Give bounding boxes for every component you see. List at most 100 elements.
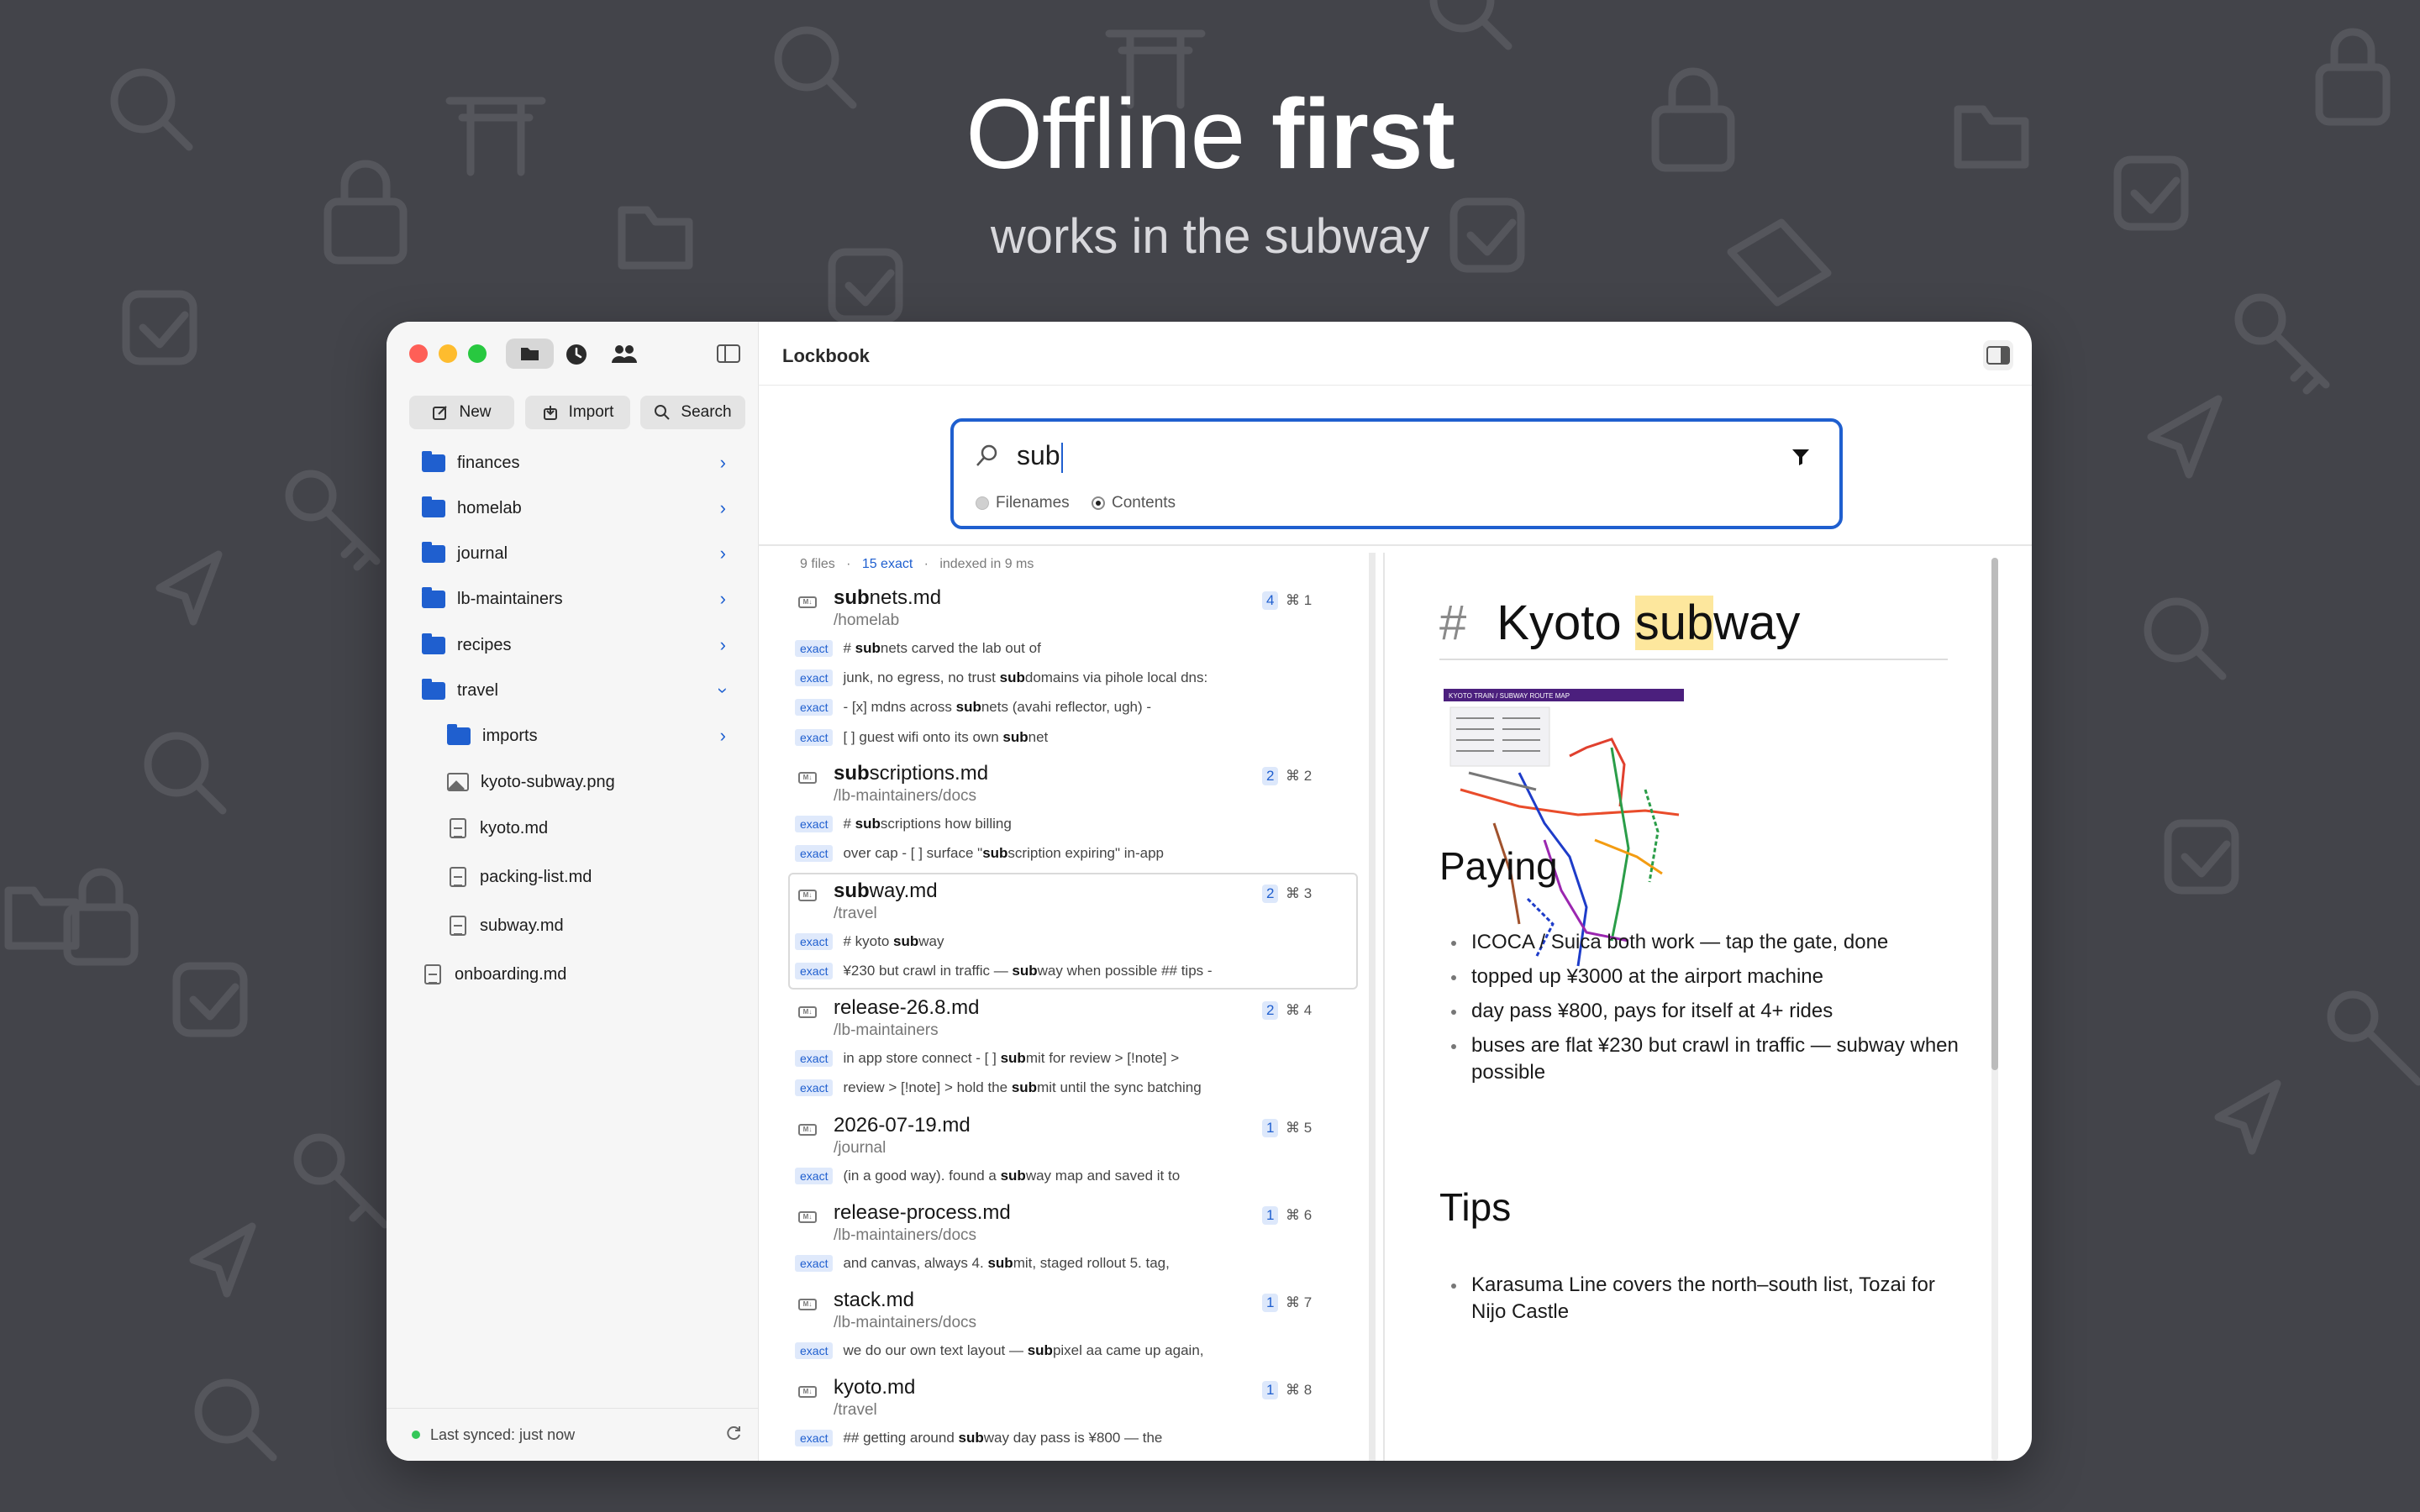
tree-file-subway-md[interactable]: subway.md xyxy=(387,905,758,947)
markdown-file-icon: M↓ xyxy=(798,890,817,901)
tree-folder-lb-maintainers[interactable]: lb-maintainers › xyxy=(387,578,758,620)
magnifier-icon xyxy=(144,732,227,815)
result-snippet[interactable]: exact and canvas, always 4. submit, stage… xyxy=(795,1255,1170,1272)
minimize-window-button[interactable] xyxy=(439,344,457,363)
result-filename: 2026-07-19.md xyxy=(834,1114,971,1137)
import-button-label: Import xyxy=(568,403,614,421)
match-count-badge: 2 xyxy=(1262,767,1279,785)
search-button[interactable]: Search xyxy=(640,396,745,429)
result-path: /travel xyxy=(834,1401,877,1419)
new-button-label: New xyxy=(459,403,492,421)
search-query: sub xyxy=(1017,440,1060,470)
markdown-file-icon xyxy=(450,916,466,936)
chevron-right-icon[interactable]: › xyxy=(720,634,726,656)
search-stats: 9 files · 15 exact · indexed in 9 ms xyxy=(800,557,1034,571)
result-path: /lb-maintainers/docs xyxy=(834,1226,977,1244)
result-snippet[interactable]: exact junk, no egress, no trust subdomain… xyxy=(795,669,1207,686)
result-snippet[interactable]: exact ¥230 but crawl in traffic — subway … xyxy=(795,963,1213,979)
result-snippet[interactable]: exact[ ] guest wifi onto its own subnet xyxy=(795,729,1048,746)
tree-folder-finances[interactable]: finances › xyxy=(387,442,758,484)
markdown-file-icon: M↓ xyxy=(798,596,817,608)
compose-icon xyxy=(433,406,448,420)
tree-folder-imports[interactable]: imports › xyxy=(387,715,758,757)
mode-contents-label: Contents xyxy=(1112,494,1176,512)
mode-filenames-radio[interactable]: Filenames xyxy=(976,494,1070,512)
import-button[interactable]: Import xyxy=(525,396,630,429)
checkbox-icon xyxy=(2164,819,2239,895)
toggle-sidebar-button[interactable] xyxy=(716,344,741,368)
tree-item-label: kyoto-subway.png xyxy=(481,772,615,791)
close-window-button[interactable] xyxy=(409,344,428,363)
match-count-badge: 2 xyxy=(1262,885,1279,903)
tree-item-label: imports xyxy=(482,726,538,745)
zoom-window-button[interactable] xyxy=(468,344,487,363)
mode-contents-radio[interactable]: Contents xyxy=(1092,494,1176,512)
tree-item-label: packing-list.md xyxy=(480,867,592,886)
right-sidebar-icon xyxy=(1986,346,2010,365)
exact-tag: exact xyxy=(795,729,834,746)
files-tab[interactable] xyxy=(506,339,554,369)
checkbox-icon xyxy=(172,962,248,1037)
results-scrollbar[interactable] xyxy=(1369,553,1376,1461)
chevron-right-icon[interactable]: › xyxy=(720,588,726,610)
radio-on-icon xyxy=(1092,496,1105,510)
result-path: /lb-maintainers xyxy=(834,1021,939,1039)
tree-file-kyoto-md[interactable]: kyoto.md xyxy=(387,807,758,849)
history-tab[interactable] xyxy=(566,344,587,370)
exact-tag: exact xyxy=(795,640,834,657)
chevron-down-icon[interactable]: › xyxy=(712,687,734,693)
chevron-right-icon[interactable]: › xyxy=(720,452,726,474)
shortcut-label: ⌘ 4 xyxy=(1286,1002,1313,1018)
list-item: Karasuma Line covers the north–south lis… xyxy=(1439,1272,1960,1326)
folder-icon xyxy=(447,723,471,745)
chevron-right-icon[interactable]: › xyxy=(720,543,726,564)
exact-tag: exact xyxy=(795,1050,834,1067)
result-snippet[interactable]: exact # kyoto subway xyxy=(795,933,944,950)
result-snippet[interactable]: exact review > [!note] > hold the submit … xyxy=(795,1079,1202,1096)
result-snippet[interactable]: exact # subnets carved the lab out of xyxy=(795,640,1041,657)
tree-file-onboarding-md[interactable]: onboarding.md xyxy=(387,953,758,995)
text-caret xyxy=(1060,442,1063,473)
exact-tag: exact xyxy=(795,963,834,979)
result-snippet[interactable]: exact ## getting around subway day pass i… xyxy=(795,1430,1162,1446)
search-input[interactable]: sub xyxy=(1017,440,1063,473)
people-icon xyxy=(612,345,637,363)
tree-file-kyoto-subway-png[interactable]: kyoto-subway.png xyxy=(387,761,758,803)
tree-item-label: homelab xyxy=(457,498,522,517)
result-snippet[interactable]: exact in app store connect - [ ] submit f… xyxy=(795,1050,1179,1067)
result-snippet[interactable]: exact over cap - [ ] surface "subscriptio… xyxy=(795,845,1164,862)
result-snippet[interactable]: exact we do our own text layout — subpixe… xyxy=(795,1342,1204,1359)
search-box[interactable]: sub Filenames Contents xyxy=(950,418,1843,529)
paper-plane-icon xyxy=(189,1222,256,1298)
result-snippet[interactable]: exact # subscriptions how billing xyxy=(795,816,1012,832)
toggle-inspector-button[interactable] xyxy=(1983,340,2013,370)
markdown-file-icon: M↓ xyxy=(798,1386,817,1398)
tree-folder-homelab[interactable]: homelab › xyxy=(387,487,758,529)
exact-tag: exact xyxy=(795,1430,834,1446)
result-filename: subscriptions.md xyxy=(834,762,989,785)
app-window: New Import Search finances › homelab › j… xyxy=(387,322,2032,1461)
new-button[interactable]: New xyxy=(409,396,514,429)
chevron-right-icon[interactable]: › xyxy=(720,497,726,519)
shortcut-label: ⌘ 5 xyxy=(1286,1120,1313,1136)
match-count-badge: 2 xyxy=(1262,1001,1279,1020)
preview-scrollbar-thumb[interactable] xyxy=(1991,558,1998,1070)
sync-button[interactable] xyxy=(724,1424,743,1446)
shared-tab[interactable] xyxy=(610,343,639,370)
tree-item-label: onboarding.md xyxy=(455,964,567,984)
result-snippet[interactable]: exact (in a good way). found a subway map… xyxy=(795,1168,1180,1184)
tree-folder-recipes[interactable]: recipes › xyxy=(387,624,758,666)
result-snippet[interactable]: exact - [x] mdns across subnets (avahi r… xyxy=(795,699,1151,716)
tree-folder-journal[interactable]: journal › xyxy=(387,533,758,575)
folder-icon xyxy=(422,541,445,563)
result-filename: release-process.md xyxy=(834,1201,1011,1224)
tree-file-packing-list-md[interactable]: packing-list.md xyxy=(387,856,758,898)
chevron-right-icon[interactable]: › xyxy=(720,725,726,747)
tree-item-label: journal xyxy=(457,543,508,563)
paper-plane-icon xyxy=(2214,1079,2281,1155)
tree-folder-travel[interactable]: travel › xyxy=(387,669,758,711)
markdown-file-icon: M↓ xyxy=(798,772,817,784)
filter-icon[interactable] xyxy=(1791,447,1811,467)
folder-icon xyxy=(422,450,445,472)
image-icon xyxy=(447,773,469,791)
